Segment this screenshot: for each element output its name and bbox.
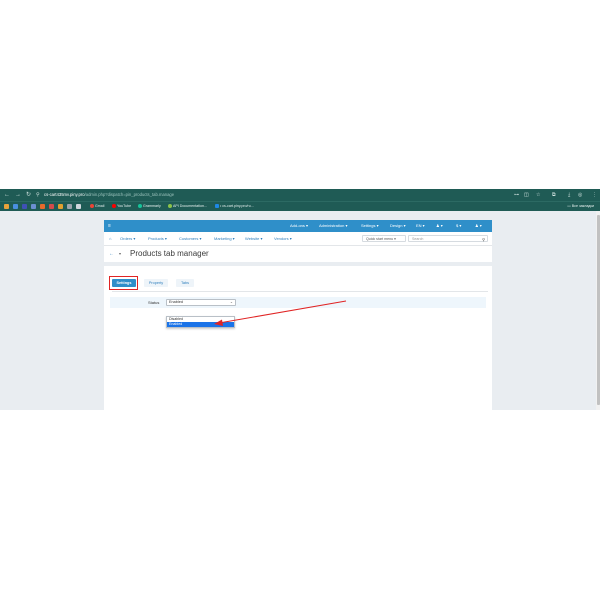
topbar-notifications[interactable]: ♟ ▾ <box>436 222 443 230</box>
search-icon[interactable]: ⚲ <box>482 236 485 243</box>
topbar-currency[interactable]: $ ▾ <box>456 222 461 230</box>
scrollbar-thumb[interactable] <box>596 215 600 405</box>
forward-arrow-icon[interactable]: → <box>15 191 21 199</box>
url-path: /admin.php?dispatch=pin_products_tab.man… <box>84 192 175 197</box>
bookmark-label: API Documentation... <box>173 204 207 208</box>
star-icon[interactable]: ☆ <box>536 191 540 199</box>
tab-settings[interactable]: Settings <box>112 279 136 287</box>
url-host: cs-cart435mv.piny.pro <box>44 192 85 197</box>
page-title: Products tab manager <box>130 249 209 258</box>
bookmark-app-icon[interactable] <box>76 204 81 209</box>
topbar-administration[interactable]: Administration ▾ <box>319 222 347 230</box>
gmail-icon <box>90 203 94 208</box>
admin-topbar: ≡ Add-ons ▾ Administration ▾ Settings ▾ … <box>104 220 492 232</box>
topbar-settings[interactable]: Settings ▾ <box>361 222 379 230</box>
bookmark-label: Grammarly <box>143 204 161 208</box>
chevron-down-icon: ⌄ <box>229 300 233 304</box>
content-panel: Settings Property Tabs Status Enabled ⌄ <box>104 266 492 410</box>
site-info-icon[interactable]: ⚲ <box>36 191 40 199</box>
back-arrow-icon[interactable]: ← <box>4 191 10 199</box>
home-icon[interactable]: ⌂ <box>109 235 111 242</box>
option-enabled[interactable]: Enabled <box>167 322 234 327</box>
menu-icon[interactable]: ⋮ <box>592 191 597 199</box>
api-docs-icon <box>168 203 172 208</box>
search-placeholder: Search <box>412 236 424 241</box>
tabs-divider <box>112 291 488 292</box>
extensions-icon[interactable]: ⧉ <box>552 191 556 199</box>
topbar-design[interactable]: Design ▾ <box>390 222 406 230</box>
bookmark-gmail[interactable]: Gmail <box>90 203 104 210</box>
bookmark-app-icon[interactable] <box>13 204 18 209</box>
grammarly-icon <box>138 203 142 208</box>
bookmark-grammarly[interactable]: Grammarly <box>138 203 161 210</box>
bookmark-app-icon[interactable] <box>31 204 36 209</box>
browser-toolbar: ← → ↻ ⚲ cs-cart435mv.piny.pro/admin.php?… <box>0 189 600 201</box>
all-bookmarks[interactable]: ▭ Все закладки <box>567 203 594 210</box>
bookmark-label: YouTube <box>117 204 132 208</box>
tab-tabs[interactable]: Tabs <box>176 279 194 287</box>
bookmark-app-icon[interactable] <box>22 204 27 209</box>
admin-menubar: ⌂ Orders ▾ Products ▾ Customers ▾ Market… <box>104 232 492 246</box>
menu-vendors[interactable]: Vendors ▾ <box>274 235 292 242</box>
menu-customers[interactable]: Customers ▾ <box>179 235 201 242</box>
menu-website[interactable]: Website ▾ <box>245 235 263 242</box>
menu-orders[interactable]: Orders ▾ <box>120 235 135 242</box>
bookmark-app-icon[interactable] <box>58 204 63 209</box>
address-bar[interactable]: cs-cart435mv.piny.pro/admin.php?dispatch… <box>44 191 174 199</box>
status-row: Status Enabled ⌄ <box>110 297 486 308</box>
quick-start-menu[interactable]: Quick start menu ▾ <box>362 234 406 242</box>
menu-products[interactable]: Products ▾ <box>148 235 167 242</box>
bookmark-app-icon[interactable] <box>67 204 72 209</box>
bookmark-cs-cart[interactable]: • cs-cart.piny.pro/ru... <box>215 203 254 210</box>
cs-cart-icon <box>215 203 219 208</box>
status-dropdown-list: Disabled Enabled <box>166 316 235 328</box>
search-input[interactable]: Search ⚲ <box>408 234 488 243</box>
bookmarks-bar: Gmail YouTube Grammarly API Documentatio… <box>0 201 600 211</box>
tab-property[interactable]: Property <box>144 279 168 287</box>
page-scrollbar[interactable] <box>596 211 600 410</box>
admin-panel: ≡ Add-ons ▾ Administration ▾ Settings ▾ … <box>104 220 492 410</box>
topbar-addons[interactable]: Add-ons ▾ <box>290 222 308 230</box>
bookmark-youtube[interactable]: YouTube <box>112 203 131 210</box>
reload-icon[interactable]: ↻ <box>26 191 31 199</box>
bookmark-api-docs[interactable]: API Documentation... <box>168 203 207 210</box>
profile-icon[interactable]: ◎ <box>578 191 582 199</box>
menu-marketing[interactable]: Marketing ▾ <box>214 235 235 242</box>
screenshot: ← → ↻ ⚲ cs-cart435mv.piny.pro/admin.php?… <box>0 189 600 410</box>
bookmark-app-icon[interactable] <box>4 204 9 209</box>
youtube-icon <box>112 203 116 208</box>
reading-icon[interactable]: ◫ <box>524 191 529 199</box>
back-icon[interactable]: ← <box>109 250 114 258</box>
status-label: Status <box>148 300 160 305</box>
bookmark-app-icon[interactable] <box>40 204 45 209</box>
status-selected-value: Enabled <box>169 300 183 304</box>
translate-icon[interactable]: ⊶ <box>514 191 519 199</box>
bookmark-label: • cs-cart.piny.pro/ru... <box>220 204 254 208</box>
topbar-language[interactable]: EN ▾ <box>416 222 425 230</box>
page-header: ← ▾ Products tab manager <box>104 246 492 262</box>
menu-toggle-icon[interactable]: ≡ <box>108 222 111 230</box>
topbar-user[interactable]: ♟ ▾ <box>475 222 482 230</box>
bookmark-label: Gmail <box>95 204 105 208</box>
bookmark-app-icon[interactable] <box>49 204 54 209</box>
download-icon[interactable]: ⤓ <box>568 191 570 199</box>
status-select[interactable]: Enabled ⌄ <box>166 299 236 306</box>
chevron-down-icon[interactable]: ▾ <box>119 250 121 258</box>
all-bookmarks-label: Все закладки <box>571 204 594 208</box>
